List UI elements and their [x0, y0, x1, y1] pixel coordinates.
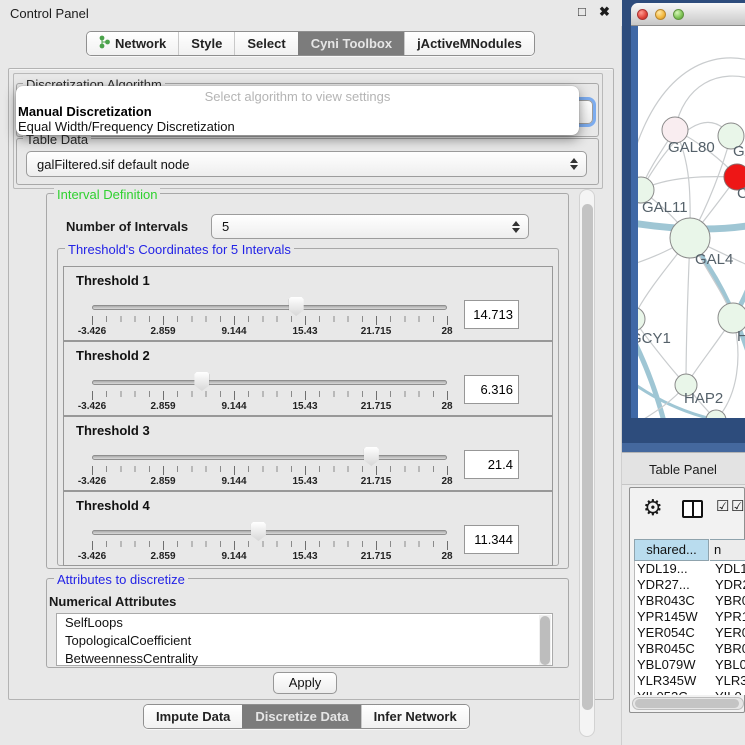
interval-definition-label: Interval Definition: [54, 187, 160, 202]
table-row[interactable]: YLR345WYLR3: [635, 673, 745, 689]
thresholds-group-label: Threshold's Coordinates for 5 Intervals: [65, 242, 294, 257]
slider-thumb[interactable]: [364, 447, 379, 466]
threshold-3-slider[interactable]: [92, 455, 447, 460]
threshold-panel-4: Threshold 4 -3.4262.8599.14415.4321.7152…: [63, 491, 553, 566]
apply-button[interactable]: Apply: [273, 672, 337, 694]
tab-network[interactable]: Network: [87, 32, 178, 55]
threshold-2-label: Threshold 2: [76, 348, 150, 363]
node-label-gcy1: GCY1: [638, 330, 671, 347]
panel-title: Control Panel: [10, 6, 89, 21]
columns-icon[interactable]: [682, 500, 703, 518]
threshold-2-slider[interactable]: [92, 380, 447, 385]
tab-style[interactable]: Style: [178, 32, 234, 55]
threshold-4-value-field[interactable]: 11.344: [464, 525, 519, 554]
node-label-gal11: GAL11: [642, 199, 688, 216]
number-of-intervals-label: Number of Intervals: [66, 219, 188, 234]
tab-discretize-data[interactable]: Discretize Data: [242, 705, 360, 728]
tab-cyni-toolbox[interactable]: Cyni Toolbox: [298, 32, 404, 55]
control-panel: Control Panel □ ✖ Network Style Select C…: [0, 0, 622, 745]
network-canvas[interactable]: GAL80 GA C GAL11 GAL4 GCY1 HI HAP2: [638, 26, 745, 418]
list-item[interactable]: BetweennessCentrality: [57, 650, 552, 666]
table-horizontal-scrollbar[interactable]: [632, 697, 744, 710]
minimize-traffic-light-icon[interactable]: [655, 9, 666, 20]
combo-stepper-icon: [570, 158, 578, 170]
node-label-gal4: GAL4: [695, 251, 733, 268]
threshold-panel-2: Threshold 2 -3.4262.8599.14415.4321.7152…: [63, 341, 553, 416]
table-rows: YDL19...YDL1 YDR27...YDR2 YBR043CYBR0 YP…: [634, 561, 745, 695]
tab-jactivemnodules[interactable]: jActiveMNodules: [404, 32, 534, 55]
scrollbar-thumb[interactable]: [635, 699, 739, 708]
attributes-group-label: Attributes to discretize: [54, 572, 188, 587]
float-window-icon[interactable]: □: [578, 4, 586, 19]
column-header-name[interactable]: n: [710, 539, 745, 561]
list-item[interactable]: TopologicalCoefficient: [57, 632, 552, 650]
node-label-hap2: HAP2: [684, 390, 723, 407]
close-icon[interactable]: ✖: [599, 4, 610, 20]
threshold-panel-1: Threshold 1 -3.4262.8599.14415.4321.7152…: [63, 266, 553, 341]
threshold-1-value-field[interactable]: 14.713: [464, 300, 519, 329]
list-item[interactable]: SelfLoops: [57, 614, 552, 632]
list-scrollbar[interactable]: [539, 615, 551, 666]
table-panel-title: Table Panel: [649, 462, 717, 477]
threshold-1-slider[interactable]: [92, 305, 447, 310]
table-row[interactable]: YBR043CYBR0: [635, 593, 745, 609]
checkbox-icon[interactable]: ☑: [731, 497, 744, 515]
panel-vertical-scrollbar[interactable]: [579, 189, 595, 737]
table-row[interactable]: YDR27...YDR2: [635, 577, 745, 593]
top-tab-bar: Network Style Select Cyni Toolbox jActiv…: [86, 31, 535, 56]
dropdown-hint-item: Select algorithm to view settings: [16, 89, 579, 104]
node-label-gal80: GAL80: [668, 139, 715, 156]
network-window-titlebar[interactable]: [631, 3, 745, 26]
table-row[interactable]: YBL079WYBL0: [635, 657, 745, 673]
control-panel-titlebar: Control Panel □ ✖: [0, 0, 622, 26]
threshold-3-value-field[interactable]: 21.4: [464, 450, 519, 479]
slider-thumb[interactable]: [194, 372, 209, 391]
threshold-3-label: Threshold 3: [76, 423, 150, 438]
close-traffic-light-icon[interactable]: [637, 9, 648, 20]
column-header-shared-name[interactable]: shared...: [634, 539, 709, 561]
cyni-toolbox-panel: Discretization Algorithm Select algorith…: [8, 68, 614, 700]
spinner-stepper-icon: [512, 221, 520, 233]
table-row[interactable]: YBR045CYBR0: [635, 641, 745, 657]
table-panel: ⚙ ☑ ☑ shared... n YDL19...YDL1 YDR27...Y…: [629, 487, 745, 713]
tab-select[interactable]: Select: [234, 32, 297, 55]
node-label-partial: GA: [733, 143, 745, 160]
table-panel-header: Table Panel: [622, 452, 745, 485]
table-row[interactable]: YDL19...YDL1: [635, 561, 745, 577]
right-region: GAL80 GA C GAL11 GAL4 GCY1 HI HAP2 Table…: [622, 0, 745, 745]
threshold-4-label: Threshold 4: [76, 498, 150, 513]
gear-icon[interactable]: ⚙: [643, 495, 663, 521]
number-of-intervals-spinner[interactable]: 5: [211, 214, 529, 239]
numerical-attributes-heading: Numerical Attributes: [49, 594, 176, 609]
algorithm-dropdown-popup: Select algorithm to view settings Manual…: [16, 86, 579, 135]
table-row[interactable]: YPR145WYPR1: [635, 609, 745, 625]
checkbox-icon[interactable]: ☑: [716, 497, 729, 515]
slider-thumb[interactable]: [251, 522, 266, 541]
zoom-traffic-light-icon[interactable]: [673, 9, 684, 20]
threshold-panel-3: Threshold 3 -3.4262.8599.14415.4321.7152…: [63, 416, 553, 491]
slider-thumb[interactable]: [289, 297, 304, 316]
dropdown-option-equal-width[interactable]: Equal Width/Frequency Discretization: [18, 119, 235, 134]
threshold-2-value-field[interactable]: 6.316: [464, 375, 519, 404]
network-window-border: [631, 26, 638, 418]
threshold-4-slider[interactable]: [92, 530, 447, 535]
tab-impute-data[interactable]: Impute Data: [144, 705, 242, 728]
table-row[interactable]: YER054CYER0: [635, 625, 745, 641]
node-label-partial: HI: [737, 328, 745, 345]
threshold-1-label: Threshold 1: [76, 273, 150, 288]
table-row[interactable]: YIL052CYIL0: [635, 689, 745, 695]
dropdown-option-manual[interactable]: Manual Discretization: [18, 104, 152, 119]
tab-infer-network[interactable]: Infer Network: [361, 705, 469, 728]
network-tree-icon: [99, 35, 110, 52]
table-data-combobox[interactable]: galFiltered.sif default node: [26, 151, 587, 177]
scrollbar-thumb[interactable]: [582, 204, 593, 710]
node-label-partial: C: [737, 185, 745, 202]
numerical-attributes-list: SelfLoops TopologicalCoefficient Between…: [56, 613, 553, 666]
bottom-tab-bar: Impute Data Discretize Data Infer Networ…: [143, 704, 470, 729]
